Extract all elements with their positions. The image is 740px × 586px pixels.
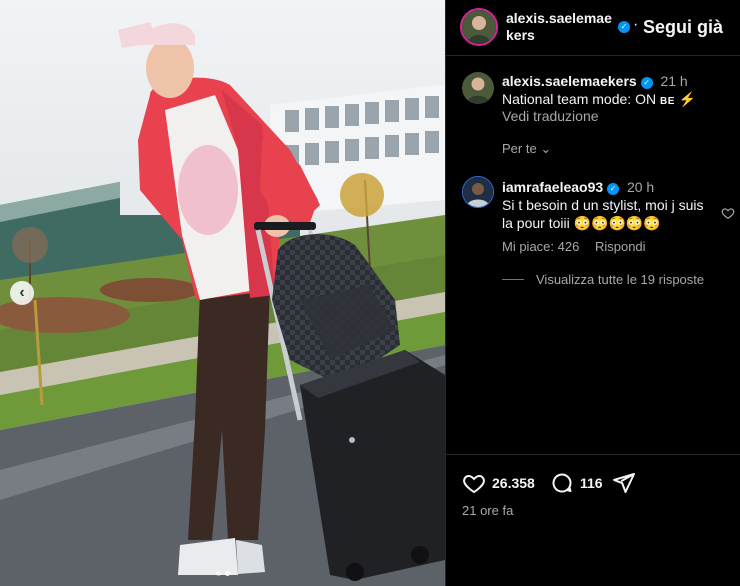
chevron-left-icon: ‹	[19, 284, 25, 301]
previous-photo-button[interactable]: ‹	[10, 281, 34, 305]
post-actions: 26.358 116 21 ore fa	[446, 454, 740, 586]
post-photo[interactable]: ‹	[0, 0, 445, 586]
comment-text: Si t besoin d un stylist, moi j suis la …	[502, 197, 704, 231]
belgium-flag-text: BE	[659, 96, 675, 107]
share-button[interactable]	[612, 471, 636, 495]
comment-likes[interactable]: Mi piace: 426	[502, 239, 579, 254]
for-you-label: Per te	[502, 141, 537, 156]
chevron-down-icon: ⌄	[540, 141, 552, 156]
see-translation-link[interactable]: Vedi traduzione	[502, 108, 599, 124]
following-button[interactable]: Segui già	[643, 17, 723, 38]
verified-badge-icon: ✓	[607, 183, 620, 195]
for-you-dropdown[interactable]: Per te ⌄	[502, 140, 551, 158]
likes-count[interactable]: 26.358	[492, 475, 535, 491]
post-timestamp[interactable]: 21 ore fa	[462, 503, 513, 518]
carousel-dot	[215, 571, 221, 576]
send-icon	[613, 473, 635, 493]
carousel-dot-active	[224, 571, 230, 576]
caption-time[interactable]: 21 h	[660, 73, 687, 89]
post-sidebar: alexis.saelemaekers ✓ · Segui già alexis…	[445, 0, 740, 586]
like-button[interactable]: 26.358	[462, 471, 535, 495]
author-avatar[interactable]	[460, 8, 498, 46]
view-replies-label: Visualizza tutte le 19 risposte	[536, 272, 705, 287]
post-header: alexis.saelemaekers ✓ · Segui già	[446, 0, 740, 56]
lightning-icon: ⚡	[678, 91, 697, 107]
commenter-avatar[interactable]	[462, 176, 494, 208]
heart-icon	[463, 474, 485, 494]
caption-avatar[interactable]	[462, 72, 494, 104]
comment-icon	[552, 473, 572, 493]
caption-text: National team mode: ON	[502, 91, 657, 107]
separator-dot: ·	[633, 16, 639, 33]
caption-username[interactable]: alexis.saelemaekers	[502, 73, 637, 89]
comment-like-heart-icon[interactable]	[721, 206, 735, 220]
author-username[interactable]: alexis.saelemaekers	[506, 10, 618, 44]
post-image	[0, 0, 445, 586]
commenter-username[interactable]: iamrafaeleao93	[502, 179, 603, 195]
carousel-indicator	[0, 571, 445, 576]
view-replies-button[interactable]: Visualizza tutte le 19 risposte	[502, 272, 704, 287]
replies-divider	[502, 279, 524, 280]
reply-button[interactable]: Rispondi	[595, 239, 646, 254]
verified-badge-icon: ✓	[640, 77, 653, 89]
comment-time[interactable]: 20 h	[627, 179, 654, 195]
verified-badge-icon: ✓	[618, 21, 630, 33]
comments-count[interactable]: 116	[580, 475, 603, 491]
comment-button[interactable]: 116	[550, 471, 603, 495]
